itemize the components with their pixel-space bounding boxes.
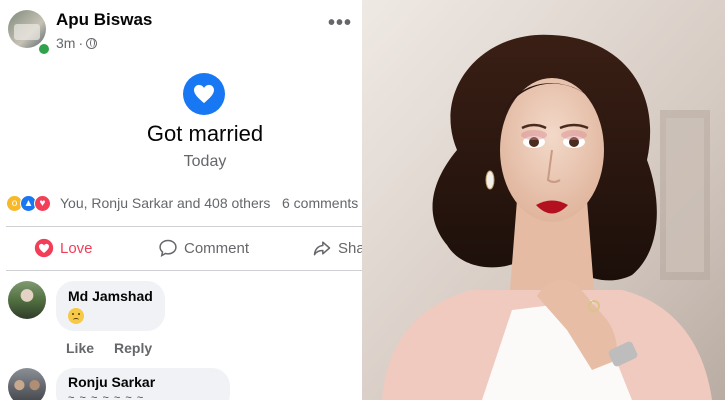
share-button[interactable]: Share	[312, 238, 362, 258]
more-options-button[interactable]: •••	[328, 12, 352, 35]
comment-item: Md Jamshad Like Reply	[8, 281, 358, 361]
portrait-image	[362, 0, 725, 400]
commenter-name[interactable]: Md Jamshad	[68, 288, 153, 304]
meta-separator: ·	[78, 35, 84, 51]
comment-reply-button[interactable]: Reply	[114, 340, 152, 356]
love-button[interactable]: Love	[34, 238, 93, 258]
comment-actions: Like Reply	[66, 340, 152, 356]
divider	[6, 226, 362, 227]
author-name[interactable]: Apu Biswas	[56, 10, 152, 30]
reaction-icons: o ▲ ♥	[6, 195, 58, 213]
post-meta: 3m ·	[56, 35, 98, 51]
share-label: Share	[338, 239, 362, 257]
reactions-summary[interactable]: o ▲ ♥ You, Ronju Sarkar and 408 others 6…	[6, 194, 362, 214]
online-status-indicator	[37, 42, 51, 56]
comment-bubble: Md Jamshad	[56, 281, 165, 331]
comment-label: Comment	[184, 239, 250, 257]
commenter-avatar[interactable]	[8, 281, 46, 319]
commenter-avatar[interactable]	[8, 368, 46, 400]
heart-life-event-icon	[183, 73, 225, 115]
comments-count[interactable]: 6 comments	[282, 195, 358, 211]
divider	[6, 270, 362, 271]
share-icon	[313, 241, 331, 256]
love-icon	[34, 238, 54, 258]
post-time[interactable]: 3m	[56, 35, 75, 51]
comment-button[interactable]: Comment	[158, 238, 249, 258]
globe-icon	[86, 37, 98, 49]
comment-like-button[interactable]: Like	[66, 340, 94, 356]
life-event-date: Today	[183, 153, 227, 170]
life-event-title: Got married	[146, 121, 264, 146]
sad-face-emoji-icon	[68, 308, 84, 324]
comment-item: Ronju Sarkar ~ ~ ~ ~ ~ ~ ~	[8, 368, 358, 400]
facebook-post-panel: Apu Biswas 3m · ••• Got married Today o …	[0, 0, 362, 400]
comment-bubble: Ronju Sarkar ~ ~ ~ ~ ~ ~ ~	[56, 368, 230, 400]
post-action-bar: Love Comment Share	[0, 234, 362, 264]
bride-portrait-photo	[362, 0, 725, 400]
post-header: Apu Biswas 3m · •••	[8, 8, 358, 56]
love-reaction-icon: ♥	[34, 195, 51, 212]
love-label: Love	[60, 239, 93, 257]
reactions-text[interactable]: You, Ronju Sarkar and 408 others	[60, 195, 270, 211]
comment-icon	[159, 239, 177, 257]
commenter-name[interactable]: Ronju Sarkar	[68, 374, 218, 390]
comment-text-partial: ~ ~ ~ ~ ~ ~ ~	[68, 392, 145, 400]
